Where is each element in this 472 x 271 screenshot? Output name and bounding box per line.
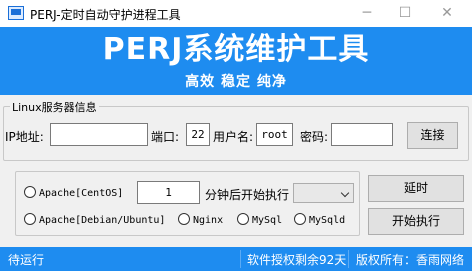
radio-button-icon [24,213,36,225]
status-bar: 待运行 软件授权剩余92天 版权所有：香雨网络 [0,247,472,271]
maximize-button[interactable]: ☐ [384,0,426,27]
radio-apache-centos-label: Apache[CentOS] [39,188,124,199]
ip-input[interactable] [50,123,148,146]
status-divider [240,250,241,268]
radio-apache-centos[interactable]: Apache[CentOS] [24,186,123,202]
chevron-down-icon [340,188,350,198]
banner-subtitle: 高效 稳定 纯净 [185,74,287,90]
minimize-button[interactable]: ─ [346,0,388,27]
radio-apache-debian-label: Apache[Debian/Ubuntu] [39,215,166,226]
radio-apache-debian[interactable]: Apache[Debian/Ubuntu] [24,213,165,229]
status-text: 待运行 [8,253,45,267]
delay-button[interactable]: 延时 [368,175,464,202]
radio-button-icon [294,213,306,225]
radio-mysqld-label: MySqld [309,215,346,226]
app-monitor-icon [8,6,24,20]
title-bar: PERJ-定时自动守护进程工具 ─ ☐ ✕ [0,0,472,27]
server-info-legend: Linux服务器信息 [10,99,99,115]
license-text: 软件授权剩余92天 [247,253,347,267]
copyright-text: 版权所有：香雨网络 [356,253,465,267]
password-label: 密码: [300,130,329,144]
minutes-label: 分钟后开始执行 [205,188,290,202]
port-label: 端口: [151,130,180,144]
radio-button-icon [237,213,249,225]
ip-label: IP地址: [5,130,44,144]
start-button[interactable]: 开始执行 [368,208,464,235]
radio-mysql-label: MySql [252,215,283,226]
banner: PERJ系统维护工具 高效 稳定 纯净 [0,27,472,95]
username-label: 用户名: [213,130,254,144]
radio-mysqld[interactable]: MySqld [294,213,345,229]
close-button[interactable]: ✕ [426,0,468,27]
radio-button-icon [178,213,190,225]
port-input[interactable] [186,123,210,146]
radio-button-icon [24,186,36,198]
radio-nginx-label: Nginx [193,215,224,226]
radio-nginx[interactable]: Nginx [178,213,223,229]
status-divider [348,250,349,268]
window-title: PERJ-定时自动守护进程工具 [30,8,181,22]
schedule-select[interactable] [293,183,354,203]
password-input[interactable] [331,123,393,146]
radio-mysql[interactable]: MySql [237,213,282,229]
banner-title: PERJ系统维护工具 [102,32,370,67]
minutes-input[interactable] [137,181,200,204]
connect-button[interactable]: 连接 [407,122,458,149]
username-input[interactable] [256,123,293,146]
